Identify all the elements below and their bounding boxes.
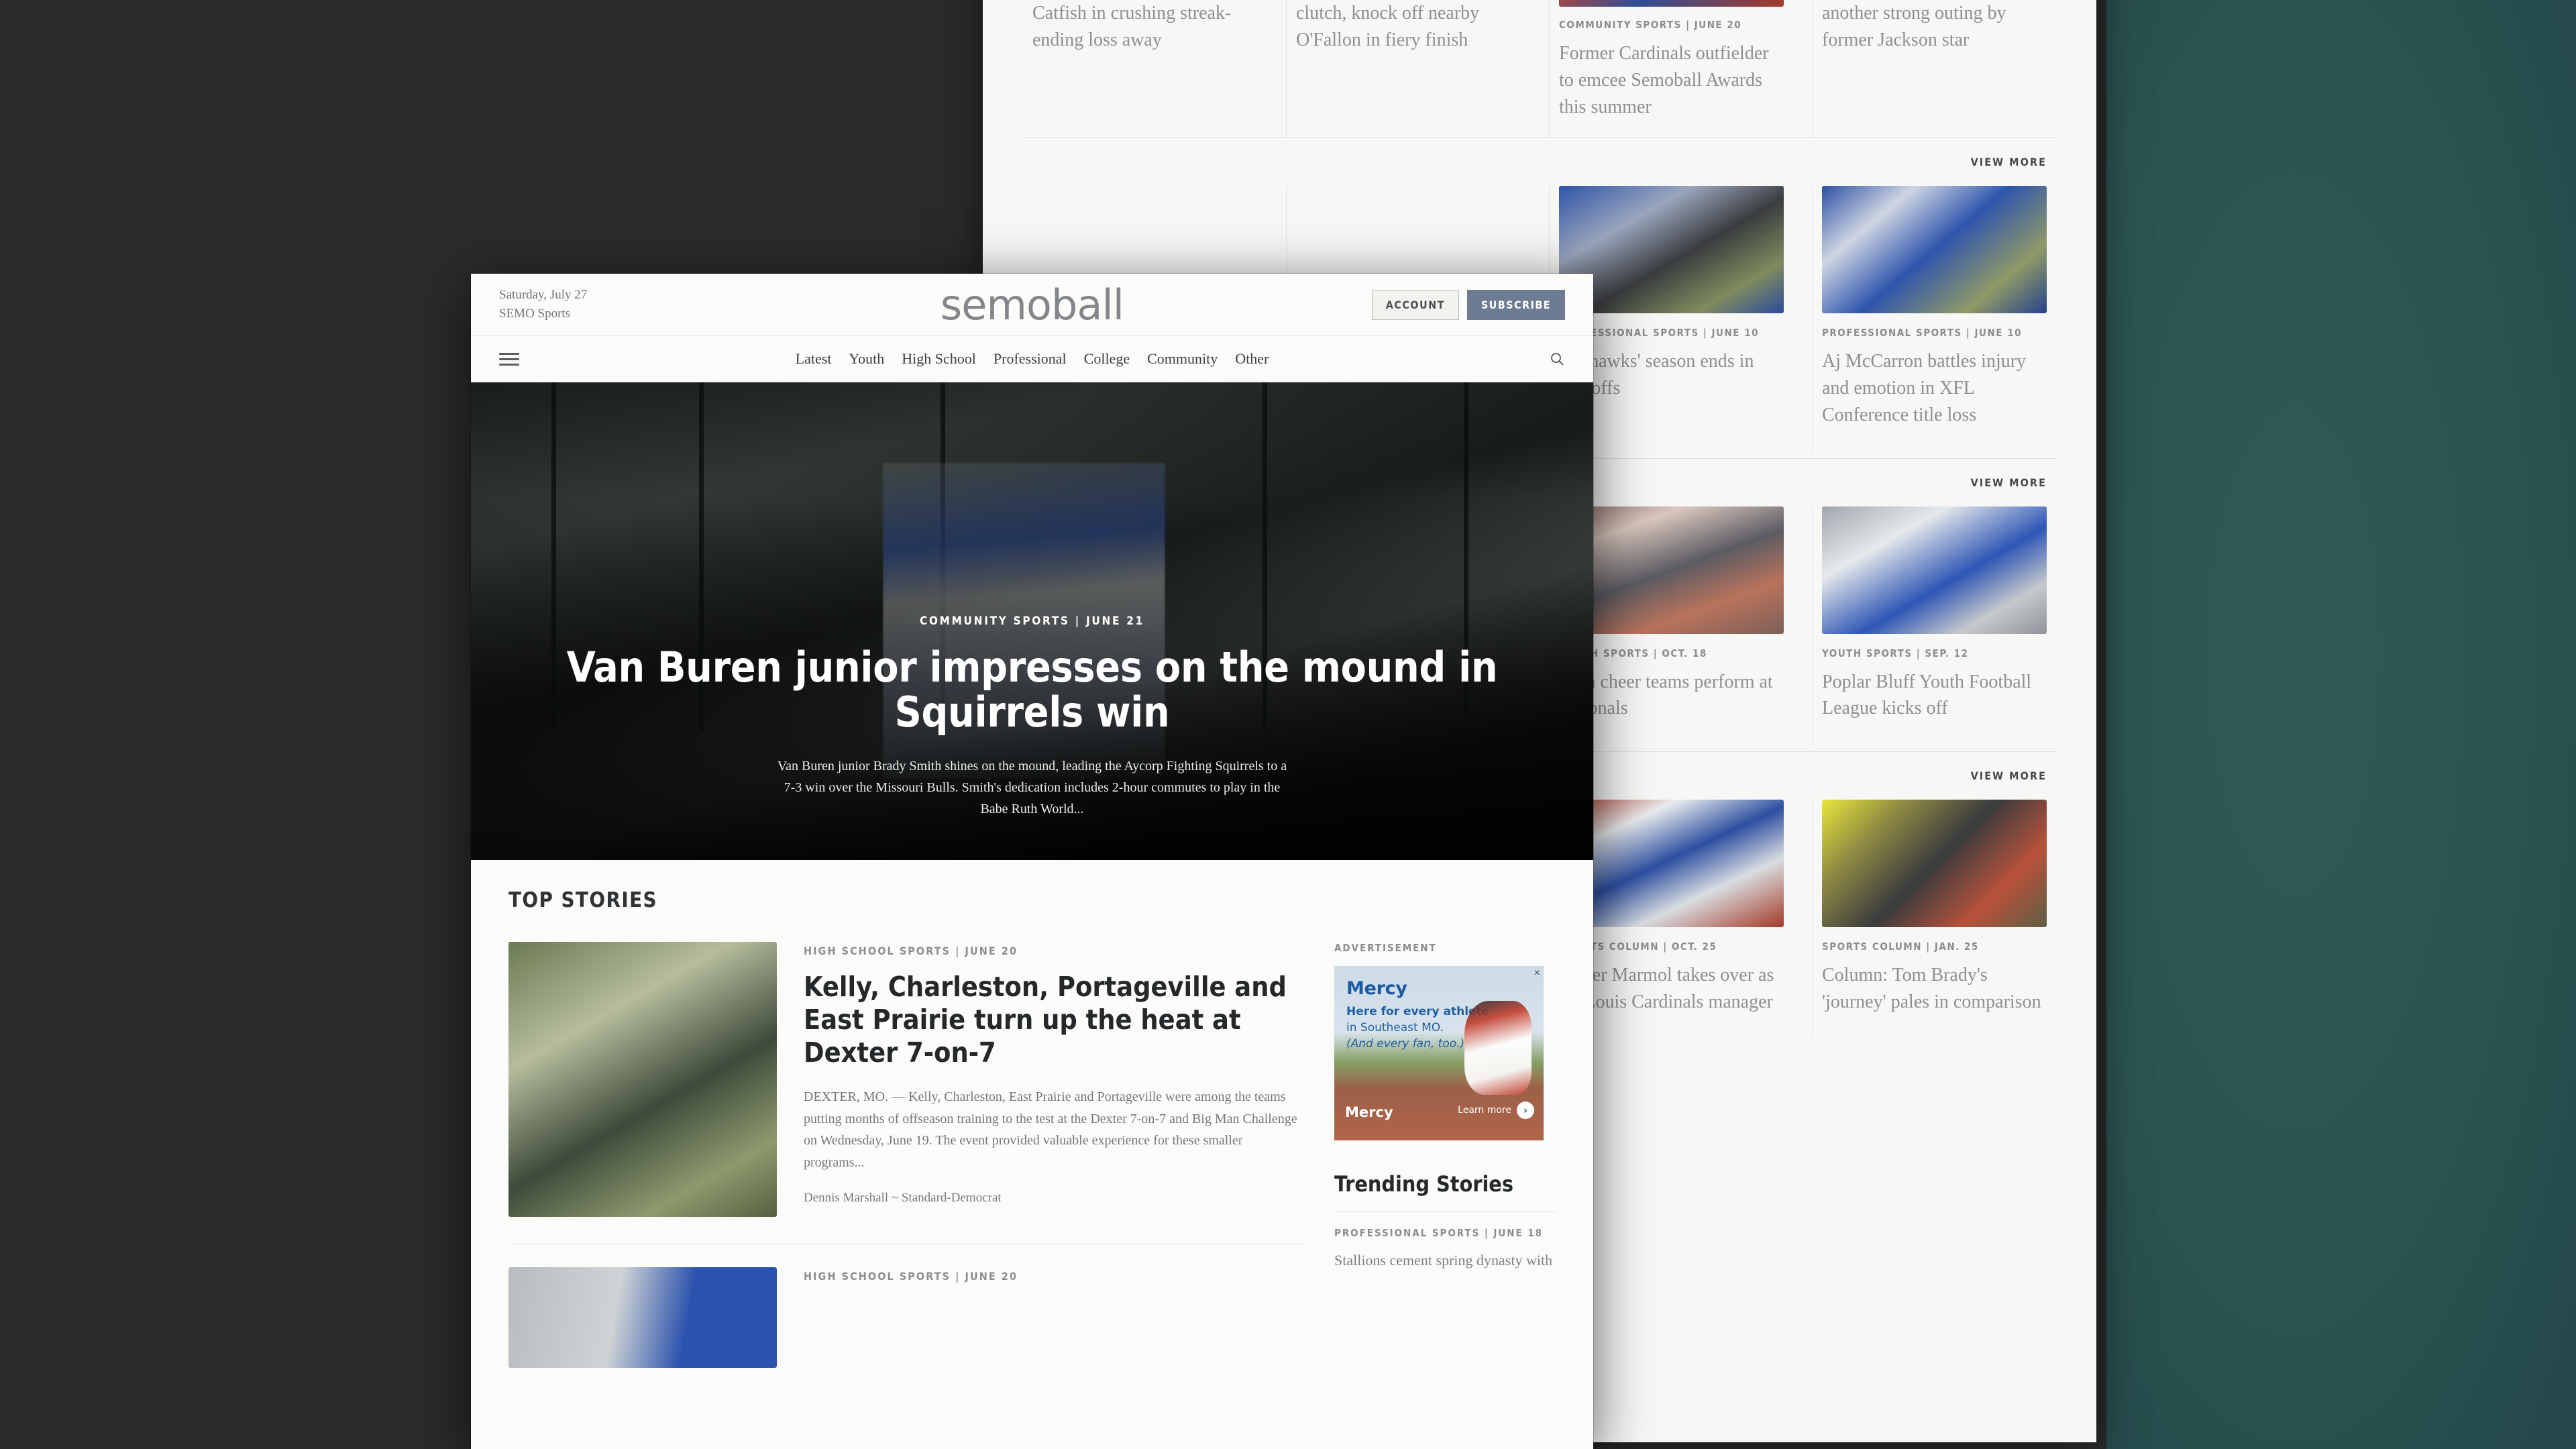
story-kicker: HIGH SCHOOL SPORTS | JUNE 20	[804, 1270, 1018, 1283]
bg-section-header: VIEW MORE	[1023, 138, 2056, 186]
header-date-block: Saturday, July 27 SEMO Sports	[499, 286, 700, 324]
view-more-link[interactable]: VIEW MORE	[1971, 769, 2047, 782]
article-title[interactable]: Former Cardinals outfielder to emcee Sem…	[1559, 40, 1784, 120]
article-title[interactable]: Poplar Bluff Youth Football League kicks…	[1822, 669, 2047, 722]
story-photo[interactable]	[508, 1267, 777, 1368]
chevron-right-icon: ›	[1517, 1102, 1534, 1119]
trending-kicker: PROFESSIONAL SPORTS | JUNE 18	[1334, 1227, 1544, 1239]
nav-item-latest[interactable]: Latest	[796, 350, 832, 368]
bg-article-card[interactable]: YOUTH SPORTS | SEP. 12 Poplar Bluff Yout…	[1812, 506, 2056, 745]
hero-headline[interactable]: Van Buren junior impresses on the mound …	[551, 645, 1513, 735]
bg-article-card[interactable]: PROFESSIONAL SPORTS | JUNE 10 Aj McCarro…	[1812, 186, 2056, 451]
logo-wrap: semoball	[700, 280, 1364, 329]
article-title[interactable]: Rallying Catfish come up clutch, knock o…	[1296, 0, 1521, 53]
top-story-item[interactable]: HIGH SCHOOL SPORTS | JUNE 20 Kelly, Char…	[508, 942, 1306, 1241]
ad-brand-name: Mercy	[1346, 978, 1407, 999]
nav-item-other[interactable]: Other	[1235, 350, 1269, 368]
site-navbar: Latest Youth High School Professional Co…	[471, 335, 1593, 382]
ad-cta-label: Learn more	[1458, 1105, 1511, 1116]
nav-item-college[interactable]: College	[1084, 350, 1130, 368]
article-title[interactable]: Catfish 'pen can't sustain another stron…	[1822, 0, 2047, 53]
ad-close-icon[interactable]: ×	[1534, 968, 1540, 979]
article-kicker: PROFESSIONAL SPORTS | JUNE 10	[1822, 327, 2022, 339]
bg-article-card[interactable]: COMMUNITY SPORTS | JUNE 20 Former Cardin…	[1549, 0, 1793, 138]
top-stories-section: TOP STORIES HIGH SCHOOL SPORTS | JUNE 20…	[471, 860, 1593, 1368]
advertisement-banner[interactable]: × Mercy Here for every athlete in Southe…	[1334, 966, 1544, 1140]
article-title[interactable]: Springfield pounces, clobbers Catfish in…	[1032, 0, 1258, 53]
advertisement-label: ADVERTISEMENT	[1334, 942, 1437, 954]
nav-item-professional[interactable]: Professional	[994, 350, 1067, 368]
story-byline: Dennis Marshall ~ Standard-Democrat	[804, 1190, 1002, 1205]
article-thumbnail[interactable]	[1822, 800, 2047, 927]
bg-article-row: COMMUNITY SPORTS | JUNE 21 Springfield p…	[1023, 0, 2056, 138]
story-photo[interactable]	[508, 942, 777, 1217]
top-stories-heading: TOP STORIES	[508, 888, 658, 912]
story-kicker: HIGH SCHOOL SPORTS | JUNE 20	[804, 945, 1018, 957]
site-header: Saturday, July 27 SEMO Sports semoball A…	[471, 274, 1593, 335]
foreground-browser-window[interactable]: Saturday, July 27 SEMO Sports semoball A…	[471, 274, 1593, 1449]
desktop-accent-panel	[2106, 0, 2576, 1449]
nav-item-high-school[interactable]: High School	[902, 350, 976, 368]
hero-deck: Van Buren junior Brady Smith shines on t…	[777, 759, 1287, 816]
top-stories-columns: HIGH SCHOOL SPORTS | JUNE 20 Kelly, Char…	[508, 942, 1556, 1368]
hero-feature[interactable]: COMMUNITY SPORTS | JUNE 21 Van Buren jun…	[471, 382, 1593, 860]
nav-item-youth[interactable]: Youth	[849, 350, 884, 368]
ad-cta-button[interactable]: Learn more ›	[1458, 1102, 1534, 1119]
ad-headline-2: in Southeast MO.	[1346, 1021, 1444, 1034]
story-headline[interactable]: Kelly, Charleston, Portageville and East…	[804, 971, 1306, 1069]
nav-item-community[interactable]: Community	[1147, 350, 1218, 368]
bg-article-card[interactable]: COMMUNITY SPORTS | JUNE 20 Rallying Catf…	[1286, 0, 1530, 138]
site-logo[interactable]: semoball	[941, 280, 1124, 329]
article-title[interactable]: Column: Tom Brady's 'journey' pales in c…	[1822, 962, 2047, 1016]
view-more-link[interactable]: VIEW MORE	[1971, 476, 2047, 489]
article-kicker: SPORTS COLUMN | JAN. 25	[1822, 941, 1979, 953]
view-more-link[interactable]: VIEW MORE	[1971, 156, 2047, 168]
bg-article-card[interactable]: COMMUNITY SPORTS | JUNE 21 Springfield p…	[1023, 0, 1267, 138]
search-icon[interactable]	[1545, 351, 1565, 367]
article-kicker: COMMUNITY SPORTS | JUNE 20	[1559, 19, 1742, 31]
article-thumbnail[interactable]	[1559, 0, 1784, 7]
article-kicker: YOUTH SPORTS | SEP. 12	[1822, 647, 1969, 659]
top-story-item[interactable]: HIGH SCHOOL SPORTS | JUNE 20	[508, 1267, 1306, 1368]
ad-athlete-photo	[1464, 1001, 1532, 1095]
story-body: HIGH SCHOOL SPORTS | JUNE 20	[804, 1267, 1306, 1368]
header-actions: ACCOUNT SUBSCRIBE	[1364, 289, 1565, 320]
trending-item[interactable]: PROFESSIONAL SPORTS | JUNE 18 Stallions …	[1334, 1227, 1556, 1271]
trending-title[interactable]: Stallions cement spring dynasty with	[1334, 1250, 1556, 1271]
article-thumbnail[interactable]	[1822, 506, 2047, 634]
bg-article-card[interactable]: SPORTS COLUMN | JAN. 25 Column: Tom Brad…	[1812, 800, 2056, 1038]
story-summary: DEXTER, MO. — Kelly, Charleston, East Pr…	[804, 1089, 1297, 1170]
account-button[interactable]: ACCOUNT	[1371, 289, 1459, 320]
bg-article-card[interactable]: COMMUNITY SPORTS | JUNE 17 Catfish 'pen …	[1812, 0, 2056, 138]
subscribe-button[interactable]: SUBSCRIBE	[1466, 289, 1565, 320]
top-stories-main-column: HIGH SCHOOL SPORTS | JUNE 20 Kelly, Char…	[508, 942, 1306, 1368]
header-tagline: SEMO Sports	[499, 307, 571, 321]
article-title[interactable]: Aj McCarron battles injury and emotion i…	[1822, 348, 2047, 428]
hamburger-menu-icon[interactable]	[499, 352, 519, 366]
story-body: HIGH SCHOOL SPORTS | JUNE 20 Kelly, Char…	[804, 942, 1306, 1217]
hero-content: COMMUNITY SPORTS | JUNE 21 Van Buren jun…	[471, 614, 1593, 820]
primary-nav: Latest Youth High School Professional Co…	[519, 350, 1545, 368]
trending-stories-heading: Trending Stories	[1334, 1171, 1513, 1197]
ad-logo: Mercy	[1345, 1104, 1393, 1120]
article-thumbnail[interactable]	[1822, 186, 2047, 314]
header-date: Saturday, July 27	[499, 287, 588, 302]
sidebar: ADVERTISEMENT × Mercy Here for every ath…	[1334, 942, 1556, 1368]
ad-headline-3: (And every fan, too.)	[1346, 1037, 1465, 1051]
hero-kicker: COMMUNITY SPORTS | JUNE 21	[920, 614, 1144, 629]
